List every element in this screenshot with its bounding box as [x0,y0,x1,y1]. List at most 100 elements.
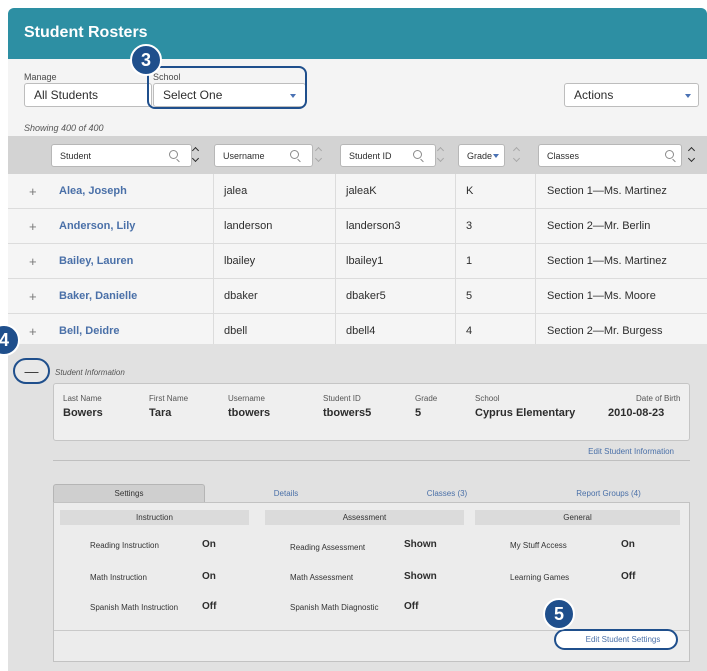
callout-badge: 5 [543,598,575,630]
student-filter[interactable]: Student [51,144,192,167]
column-divider [535,209,536,244]
username-filter[interactable]: Username [214,144,313,167]
username-value: tbowers [228,407,271,419]
chevron-down-icon [493,154,499,158]
school-callout-highlight [147,66,307,109]
classes-cell: Section 1—Ms. Martinez [547,255,667,267]
expand-icon[interactable]: + [29,324,37,339]
grade-cell: K [466,185,474,197]
setting-value: On [202,571,216,582]
column-divider [535,244,536,279]
collapse-button[interactable]: — [13,358,50,384]
classes-cell: Section 2—Mr. Berlin [547,220,651,232]
username-cell: lbailey [224,255,256,267]
sort-icon[interactable] [314,145,324,165]
student-id-label: Student ID [323,394,361,403]
classes-column-label: Classes [547,150,580,161]
dob-label: Date of Birth [636,394,681,403]
column-divider [455,174,456,209]
expand-icon[interactable]: + [29,184,37,199]
setting-label: Spanish Math Diagnostic [290,603,379,612]
grade-cell: 4 [466,325,473,337]
manage-select-value: All Students [34,88,99,102]
expand-icon[interactable]: + [29,219,37,234]
classes-cell: Section 1—Ms. Moore [547,290,656,302]
student-name-link[interactable]: Alea, Joseph [59,185,127,197]
sort-icon[interactable] [687,145,697,165]
grade-cell: 3 [466,220,473,232]
tab-settings[interactable]: Settings [53,484,205,502]
search-icon [413,150,422,159]
column-divider [213,174,214,209]
student-name-link[interactable]: Bailey, Lauren [59,255,133,267]
student-id-column-label: Student ID [349,150,392,161]
classes-filter[interactable]: Classes [538,144,682,167]
last-name-value: Bowers [63,407,103,419]
username-label: Username [228,394,265,403]
classes-cell: Section 2—Mr. Burgess [547,325,663,337]
column-divider [213,279,214,314]
search-icon [290,150,299,159]
table-row[interactable]: + Baker, Danielle dbaker dbaker5 5 Secti… [8,279,707,314]
grade-value: 5 [415,407,422,419]
assessment-section-header: Assessment [265,510,464,525]
setting-label: Reading Instruction [90,541,159,550]
tab-classes[interactable]: Classes (3) [367,484,527,502]
grade-filter[interactable]: Grade [458,144,505,167]
grade-cell: 5 [466,290,473,302]
sort-icon[interactable] [512,145,522,165]
actions-select-value: Actions [574,88,614,102]
table-header: Student Username Student ID Grade Classe… [8,136,707,174]
student-name-link[interactable]: Anderson, Lily [59,220,135,232]
table-row[interactable]: + Alea, Joseph jalea jaleaK K Section 1—… [8,174,707,209]
setting-value: Off [202,601,217,612]
divider [53,460,690,461]
setting-value: On [621,539,635,550]
column-divider [213,209,214,244]
table-row[interactable]: + Anderson, Lily landerson landerson3 3 … [8,209,707,244]
sort-icon[interactable] [436,145,446,165]
setting-value: Off [621,571,636,582]
manage-select[interactable]: All Students [24,83,152,107]
column-divider [213,244,214,279]
column-divider [335,209,336,244]
edit-student-information-link[interactable]: Edit Student Information [588,447,674,456]
table-row[interactable]: + Bailey, Lauren lbailey lbailey1 1 Sect… [8,244,707,279]
student-id-filter[interactable]: Student ID [340,144,436,167]
detail-tabs: Settings Details Classes (3) Report Grou… [53,484,690,504]
username-cell: dbell [224,325,248,337]
general-section-header: General [475,510,680,525]
setting-value: Shown [404,539,437,550]
student-id-value: tbowers5 [323,407,372,419]
chevron-down-icon [685,94,691,98]
student-id-cell: jaleaK [346,185,377,197]
student-name-link[interactable]: Bell, Deidre [59,325,120,337]
student-id-cell: dbell4 [346,325,376,337]
student-name-link[interactable]: Baker, Danielle [59,290,137,302]
username-cell: landerson [224,220,273,232]
actions-select[interactable]: Actions [564,83,699,107]
expand-icon[interactable]: + [29,254,37,269]
dob-value: 2010-08-23 [608,407,665,419]
search-icon [665,150,674,159]
sort-icon[interactable] [191,145,201,165]
column-divider [535,279,536,314]
column-divider [455,209,456,244]
column-divider [455,244,456,279]
setting-value: On [202,539,216,550]
settings-panel: Instruction Assessment General Reading I… [53,502,690,662]
edit-student-settings-button[interactable]: Edit Student Settings [554,629,678,650]
tab-report-groups[interactable]: Report Groups (4) [527,484,690,502]
title-bar: Student Rosters [8,8,707,59]
search-icon [169,150,178,159]
tab-details[interactable]: Details [205,484,367,502]
setting-label: Learning Games [510,573,570,582]
student-column-label: Student [60,150,92,161]
last-name-label: Last Name [63,394,102,403]
setting-label: Spanish Math Instruction [90,603,179,612]
expand-icon[interactable]: + [29,289,37,304]
username-column-label: Username [223,150,265,161]
classes-cell: Section 1—Ms. Martinez [547,185,667,197]
username-cell: dbaker [224,290,258,302]
grade-label: Grade [415,394,438,403]
